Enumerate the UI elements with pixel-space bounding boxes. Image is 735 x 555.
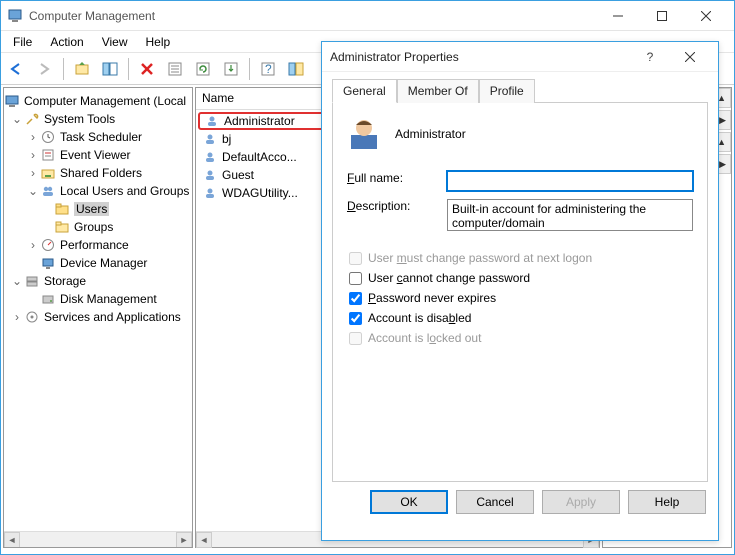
window-title: Computer Management [29,9,596,23]
expand-icon[interactable]: › [26,238,40,252]
tools-icon [24,111,40,127]
close-button[interactable] [684,2,728,30]
toolbar-sep [63,58,64,80]
full-name-label: FFull name:ull name: [347,171,447,185]
expand-icon[interactable]: › [26,130,40,144]
tree-performance[interactable]: Performance [60,238,129,252]
forward-button[interactable] [33,57,57,81]
description-input[interactable]: Built-in account for administering the c… [447,199,693,231]
tree-groups[interactable]: Groups [74,220,113,234]
dialog-username: Administrator [395,127,466,141]
toolbar-sep3 [249,58,250,80]
dialog-body: Administrator FFull name:ull name: Descr… [332,102,708,482]
extra-button[interactable] [284,57,308,81]
titlebar[interactable]: Computer Management [1,1,734,31]
expand-icon[interactable]: ⌄ [10,274,24,288]
expand-icon[interactable]: › [26,166,40,180]
expand-icon[interactable]: › [10,310,24,324]
full-name-input[interactable] [447,171,693,191]
dialog-titlebar[interactable]: Administrator Properties ? [322,42,718,72]
checkbox-must-change: User must change password at next logon [349,251,693,265]
properties-button[interactable] [163,57,187,81]
services-icon [24,309,40,325]
user-icon [202,185,218,201]
dialog-button-row: OK Cancel Apply Help [322,490,718,526]
tree-local-users[interactable]: Local Users and Groups [60,184,189,198]
user-icon [202,131,218,147]
tree-pane[interactable]: Computer Management (Local ⌄ System Tools… [3,87,193,548]
back-button[interactable] [5,57,29,81]
right-icon: ▶ [719,115,726,126]
event-icon [40,147,56,163]
clock-icon [40,129,56,145]
main-window: Computer Management File Action View Hel… [0,0,735,555]
app-icon [7,8,23,24]
tree-disk-management[interactable]: Disk Management [60,292,157,306]
tab-profile[interactable]: Profile [479,79,535,103]
expand-icon[interactable]: › [26,148,40,162]
menu-file[interactable]: File [5,33,40,51]
perf-icon [40,237,56,253]
right-icon: ▶ [719,159,726,170]
checkbox-locked-out: Account is locked out [349,331,693,345]
dialog-title: Administrator Properties [330,50,630,64]
cancel-button[interactable]: Cancel [456,490,534,514]
disk-icon [40,291,56,307]
user-icon [204,113,220,129]
folder-icon [54,219,70,235]
checkbox-disabled[interactable]: Account is disabled [349,311,693,325]
properties-dialog[interactable]: Administrator Properties ? General Membe… [321,41,719,541]
ok-button[interactable]: OK [370,490,448,514]
tree-task-scheduler[interactable]: Task Scheduler [60,130,142,144]
minimize-button[interactable] [596,2,640,30]
folder-share-icon [40,165,56,181]
refresh-button[interactable] [191,57,215,81]
tree-root[interactable]: Computer Management (Local [24,94,186,108]
export-button[interactable] [219,57,243,81]
tree-event-viewer[interactable]: Event Viewer [60,148,130,162]
user-icon [202,149,218,165]
show-hide-tree-button[interactable] [98,57,122,81]
dialog-close-button[interactable] [670,43,710,71]
user-large-icon [347,117,381,151]
dialog-tabs: General Member Of Profile [322,72,718,102]
tree-system-tools[interactable]: System Tools [44,112,115,126]
expand-icon[interactable]: ⌄ [10,112,24,126]
user-icon [202,167,218,183]
dialog-help-button[interactable]: ? [630,43,670,71]
up-button[interactable] [70,57,94,81]
menu-action[interactable]: Action [42,33,91,51]
checkbox-never-expires[interactable]: Password never expires [349,291,693,305]
menu-view[interactable]: View [94,33,136,51]
help-button[interactable]: Help [628,490,706,514]
tree-services-apps[interactable]: Services and Applications [44,310,181,324]
checkbox-cannot-change[interactable]: User cannot change password [349,271,693,285]
tree-shared-folders[interactable]: Shared Folders [60,166,142,180]
delete-button[interactable] [135,57,159,81]
computer-icon [4,93,20,109]
maximize-button[interactable] [640,2,684,30]
storage-icon [24,273,40,289]
apply-button[interactable]: Apply [542,490,620,514]
tree-device-manager[interactable]: Device Manager [60,256,147,270]
description-label: Description: [347,199,447,213]
tree-storage[interactable]: Storage [44,274,86,288]
help-button[interactable]: ? [256,57,280,81]
tab-general[interactable]: General [332,79,397,103]
toolbar-sep2 [128,58,129,80]
tree-scrollbar-horizontal[interactable]: ◄► [4,531,192,547]
folder-icon [54,201,70,217]
device-icon [40,255,56,271]
expand-icon[interactable]: ⌄ [26,184,40,198]
users-icon [40,183,56,199]
menu-help[interactable]: Help [138,33,179,51]
svg-text:?: ? [265,62,272,76]
tab-member-of[interactable]: Member Of [397,79,479,103]
tree-users[interactable]: Users [74,202,109,216]
